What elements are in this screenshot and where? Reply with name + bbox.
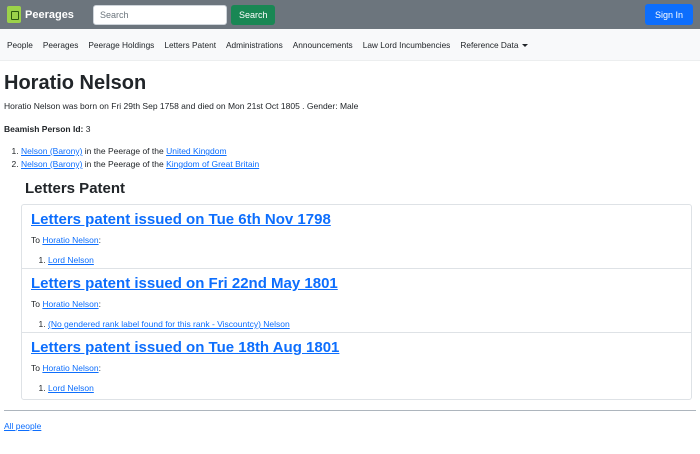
letters-patent-item: Letters patent issued on Fri 22nd May 18…: [22, 269, 691, 333]
peerage-link[interactable]: Nelson (Barony): [21, 146, 82, 156]
letters-patent-item: Letters patent issued on Tue 18th Aug 18…: [22, 333, 691, 399]
to-label: To: [31, 235, 40, 245]
section-nav: People Peerages Peerage Holdings Letters…: [0, 29, 700, 61]
search-input[interactable]: [92, 4, 227, 25]
person-id-line: Beamish Person Id: 3: [4, 124, 91, 134]
peerage-text: in the Peerage of the: [84, 146, 164, 156]
list-item: Lord Nelson: [48, 255, 682, 265]
caret-down-icon: [522, 43, 529, 47]
letters-patent-title-link[interactable]: Letters patent issued on Tue 18th Aug 18…: [31, 338, 682, 357]
recipient-link[interactable]: Horatio Nelson: [42, 363, 98, 373]
recipient-link[interactable]: Horatio Nelson: [42, 299, 98, 309]
nav-announcements[interactable]: Announcements: [288, 40, 358, 50]
search-button[interactable]: Search: [230, 4, 276, 25]
recipient-line: To Horatio Nelson:: [31, 235, 101, 245]
list-item: Nelson (Barony) in the Peerage of the Ki…: [21, 158, 696, 171]
nav-administrations[interactable]: Administrations: [221, 40, 288, 50]
nav-reference-data-dropdown[interactable]: Reference Data: [455, 40, 533, 50]
rank-list: Lord Nelson: [31, 255, 682, 265]
divider: [4, 410, 696, 411]
sign-in-button[interactable]: Sign In: [644, 4, 693, 25]
list-item: Lord Nelson: [48, 383, 682, 393]
list-item: Nelson (Barony) in the Peerage of the Un…: [21, 145, 696, 158]
nav-people[interactable]: People: [2, 40, 38, 50]
peerage-link[interactable]: Nelson (Barony): [21, 159, 82, 169]
recipient-line: To Horatio Nelson:: [31, 299, 101, 309]
nav-reference-data-label: Reference Data: [460, 39, 519, 50]
brand-label: Peerages: [25, 8, 74, 21]
brand[interactable]: Peerages: [7, 6, 74, 23]
letters-patent-list: Letters patent issued on Tue 6th Nov 179…: [21, 204, 692, 400]
rank-list: (No gendered rank label found for this r…: [31, 319, 682, 329]
to-label: To: [31, 363, 40, 373]
rank-link[interactable]: Lord Nelson: [48, 383, 94, 393]
letters-patent-heading: Letters Patent: [25, 180, 126, 197]
person-bio: Horatio Nelson was born on Fri 29th Sep …: [4, 101, 359, 111]
letters-patent-item: Letters patent issued on Tue 6th Nov 179…: [22, 205, 691, 269]
main-content: Horatio Nelson Horatio Nelson was born o…: [0, 72, 700, 431]
letters-patent-title-link[interactable]: Letters patent issued on Fri 22nd May 18…: [31, 274, 682, 293]
letters-patent-section: Letters Patent Letters patent issued on …: [21, 180, 692, 400]
page-title: Horatio Nelson: [4, 72, 147, 94]
list-item: (No gendered rank label found for this r…: [48, 319, 682, 329]
recipient-line: To Horatio Nelson:: [31, 363, 101, 373]
rank-link[interactable]: Lord Nelson: [48, 255, 94, 265]
nav-peerages[interactable]: Peerages: [38, 40, 84, 50]
to-label: To: [31, 299, 40, 309]
top-navbar: Peerages Search Sign In: [0, 0, 700, 29]
all-people-link[interactable]: All people: [4, 421, 696, 431]
person-id-label: Beamish Person Id: [4, 124, 81, 134]
kingdom-link[interactable]: United Kingdom: [166, 146, 226, 156]
peerage-text: in the Peerage of the: [84, 159, 164, 169]
peerage-list: Nelson (Barony) in the Peerage of the Un…: [4, 145, 696, 171]
recipient-link[interactable]: Horatio Nelson: [42, 235, 98, 245]
kingdom-link[interactable]: Kingdom of Great Britain: [166, 159, 259, 169]
rank-link[interactable]: (No gendered rank label found for this r…: [48, 319, 290, 329]
rank-list: Lord Nelson: [31, 383, 682, 393]
letters-patent-title-link[interactable]: Letters patent issued on Tue 6th Nov 179…: [31, 210, 682, 229]
nav-law-lord-incumbencies[interactable]: Law Lord Incumbencies: [358, 40, 456, 50]
nav-peerage-holdings[interactable]: Peerage Holdings: [83, 40, 159, 50]
person-id-value: 3: [85, 124, 91, 134]
nav-letters-patent[interactable]: Letters Patent: [159, 40, 221, 50]
peerages-logo-icon: [7, 6, 21, 23]
